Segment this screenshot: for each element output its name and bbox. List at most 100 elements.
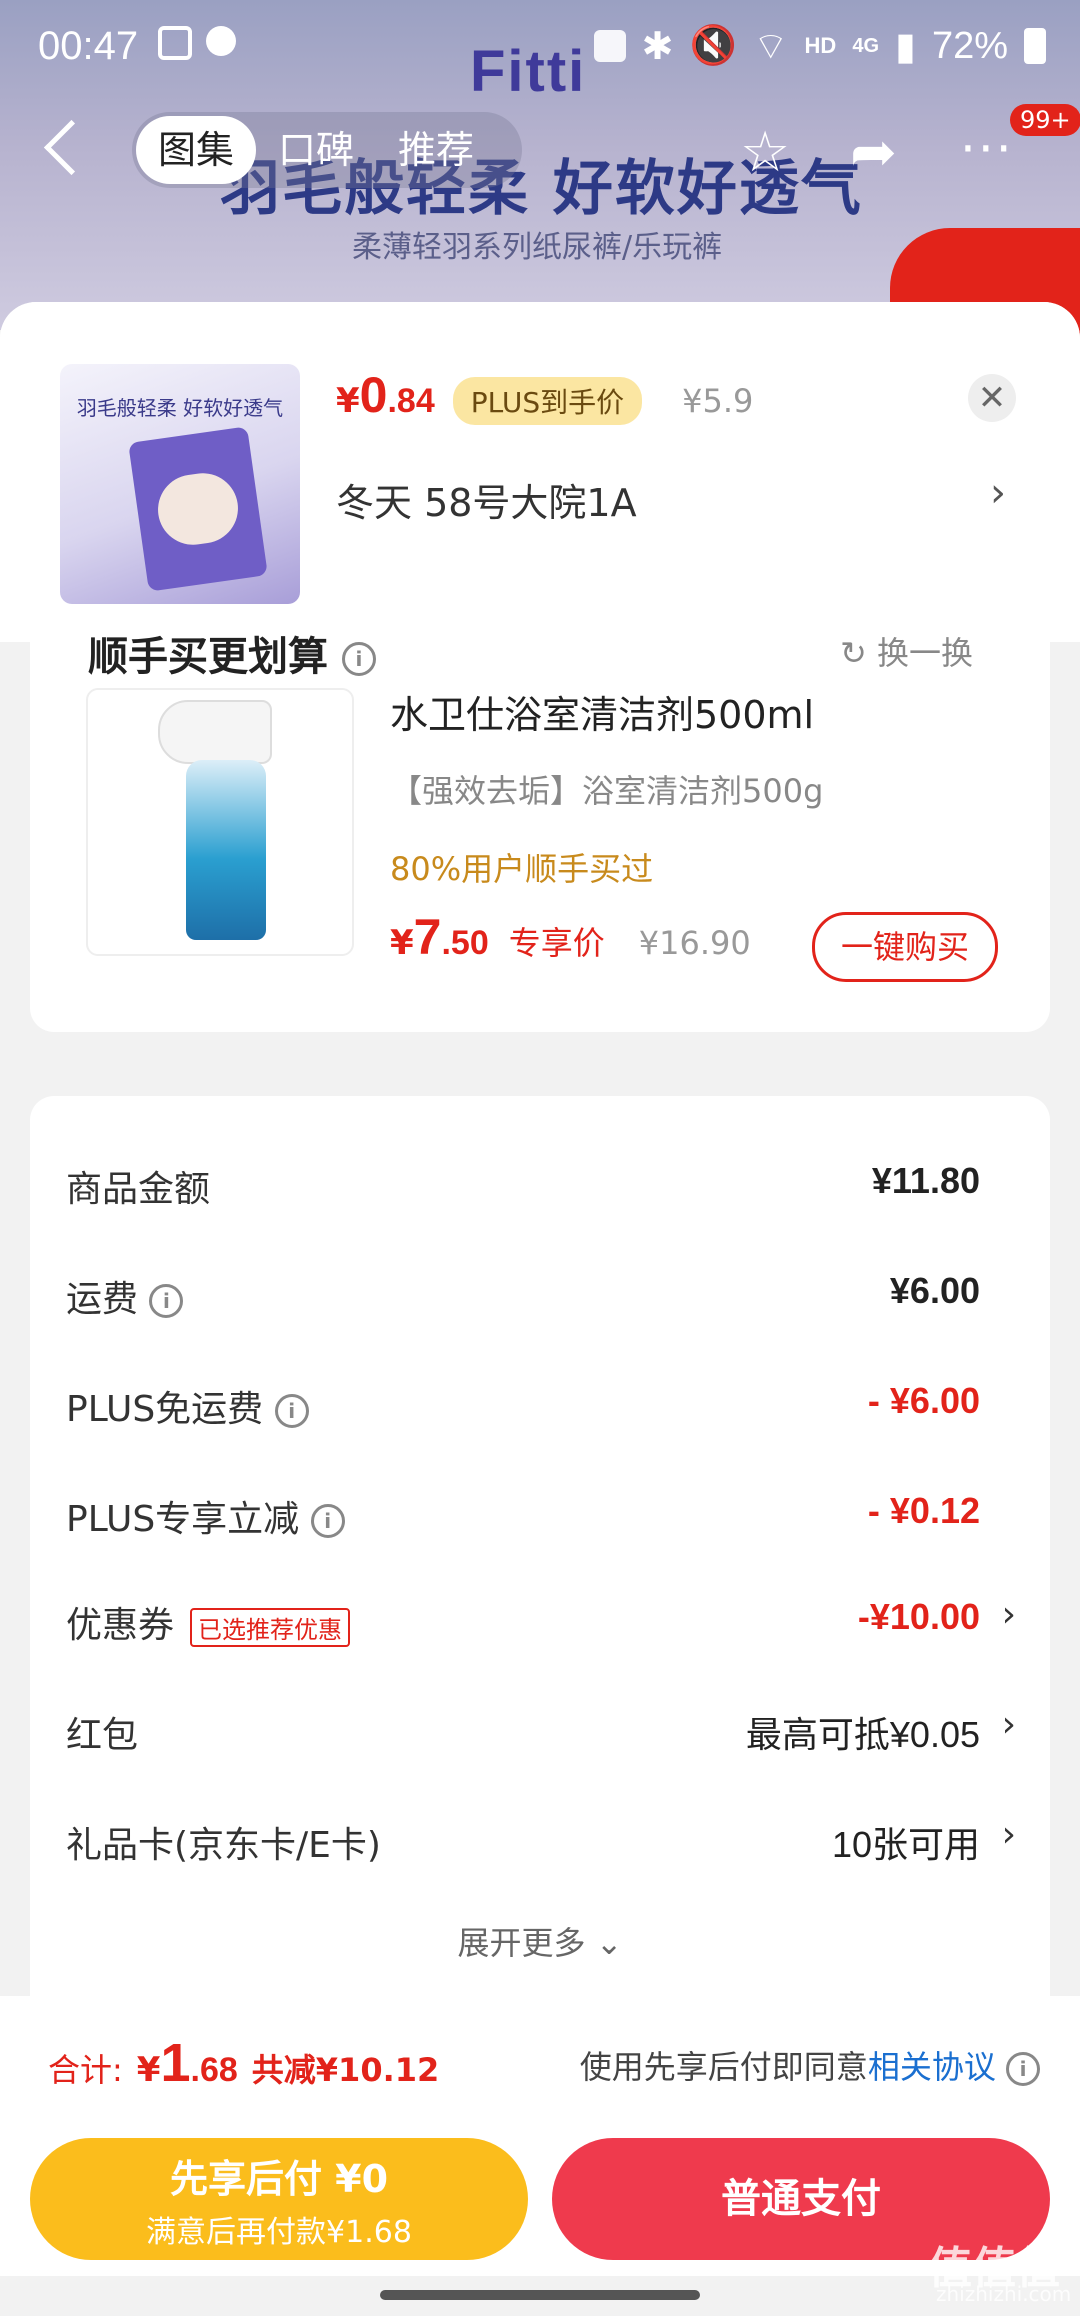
summary-label: 红包 <box>66 1715 139 1756</box>
signal-icon: ▮ <box>895 25 916 68</box>
exclusive-price-label: 专享价 <box>508 924 605 962</box>
notification-icons <box>158 26 236 60</box>
price-decimal: .84 <box>387 382 435 420</box>
payment-buttons-bar: 先享后付 ¥0 满意后再付款¥1.68 普通支付 <box>0 2126 1080 2276</box>
addon-price-row: ¥ 7 .50 专享价 ¥16.90 <box>390 908 751 966</box>
summary-value: ¥11.80 <box>871 1160 980 1201</box>
summary-row-coupon[interactable]: 优惠券 已选推荐优惠 -¥10.00 › <box>66 1594 1016 1656</box>
summary-row-red-packet[interactable]: 红包 最高可抵¥0.05 › <box>66 1704 1016 1766</box>
pay-later-title: 先享后付 ¥0 <box>169 2157 389 2201</box>
bottle-shape <box>186 760 266 940</box>
wifi-icon: ⌔ <box>752 26 789 68</box>
summary-label: PLUS专享立减 i <box>66 1490 345 1542</box>
addon-product-name[interactable]: 水卫仕浴室清洁剂500ml <box>390 684 814 739</box>
bluetooth-icon: ✱ <box>641 25 674 68</box>
summary-label: PLUS免运费 i <box>66 1380 309 1432</box>
favorite-star-icon[interactable]: ☆ <box>740 120 790 185</box>
total-label: 合计: <box>48 2051 123 2089</box>
swap-label: 换一换 <box>876 634 973 672</box>
total-currency: ¥ <box>136 2050 161 2090</box>
agreement-note: 使用先享后付即同意相关协议 i <box>580 2042 1040 2088</box>
coupon-tag: 已选推荐优惠 <box>190 1607 351 1647</box>
summary-row-gift-card[interactable]: 礼品卡(京东卡/E卡) 10张可用 › <box>66 1814 1016 1876</box>
chevron-right-icon[interactable]: › <box>990 470 1006 516</box>
pay-later-button[interactable]: 先享后付 ¥0 满意后再付款¥1.68 <box>30 2138 528 2260</box>
sheet-header: 羽毛般轻柔 好软好透气 ¥ 0 .84 PLUS到手价 ¥5.9 ✕ 冬天 58… <box>0 302 1080 642</box>
info-icon[interactable]: i <box>341 642 376 676</box>
chevron-right-icon[interactable]: › <box>1002 1814 1016 1855</box>
info-icon[interactable]: i <box>310 1504 345 1538</box>
alarm-icon <box>593 30 626 62</box>
summary-row-plus-shipping: PLUS免运费 i - ¥6.00 <box>66 1380 1016 1440</box>
summary-row-plus-discount: PLUS专享立减 i - ¥0.12 <box>66 1490 1016 1550</box>
product-thumbnail: 羽毛般轻柔 好软好透气 <box>60 364 300 604</box>
addon-price-currency: ¥ <box>390 923 414 963</box>
price-integer: 0 <box>359 367 388 423</box>
close-icon[interactable]: ✕ <box>968 374 1016 422</box>
watermark-url: zhizhizhi.com <box>936 2282 1072 2306</box>
diaper-package-image <box>128 426 268 592</box>
info-icon[interactable]: i <box>274 1394 309 1428</box>
summary-value: -¥10.00 <box>857 1596 980 1637</box>
summary-label: 运费 i <box>66 1270 184 1322</box>
summary-value: 10张可用 <box>831 1824 980 1865</box>
agreement-link[interactable]: 相关协议 <box>868 2048 996 2086</box>
more-icon[interactable]: ··· <box>960 120 1014 178</box>
expand-more-button[interactable]: 展开更多 ⌄ <box>30 1918 1050 1964</box>
summary-value: - ¥6.00 <box>867 1380 980 1421</box>
summary-label: 礼品卡(京东卡/E卡) <box>66 1825 381 1866</box>
addon-hint: 80%用户顺手买过 <box>390 850 654 888</box>
dnd-icon <box>206 26 236 56</box>
battery-icon <box>1024 28 1046 64</box>
info-icon[interactable]: i <box>1006 2052 1040 2086</box>
expand-label: 展开更多 <box>457 1924 586 1962</box>
total-amount: 合计: ¥ 1 .68 共减¥10.12 <box>48 2032 439 2094</box>
delivery-address[interactable]: 冬天 58号大院1A <box>336 472 637 527</box>
thumbnail-caption: 羽毛般轻柔 好软好透气 <box>76 396 284 420</box>
summary-value: 最高可抵¥0.05 <box>745 1714 980 1755</box>
banner-subtitle: 柔薄轻羽系列纸尿裤/乐玩裤 <box>352 230 723 265</box>
addon-product-desc: 【强效去垢】浴室清洁剂500g <box>390 772 824 810</box>
chevron-down-icon: ⌄ <box>595 1924 623 1962</box>
info-icon[interactable]: i <box>149 1284 184 1318</box>
plus-price-tag: PLUS到手价 <box>452 377 643 425</box>
total-decimal: .68 <box>190 2051 238 2089</box>
original-price: ¥5.9 <box>682 382 754 420</box>
addon-card: 顺手买更划算 i ↻ 换一换 水卫仕浴室清洁剂500ml 【强效去垢】浴室清洁剂… <box>30 632 1050 1032</box>
gallery-notification-icon <box>158 26 192 60</box>
addon-original-price: ¥16.90 <box>638 924 751 962</box>
home-indicator[interactable] <box>380 2290 700 2300</box>
status-bar: 00:47 ✱ 🔇 ⌔ HD 4G ▮ 72% <box>0 0 1080 100</box>
one-click-buy-button[interactable]: 一键购买 <box>812 912 998 982</box>
summary-label: 优惠券 已选推荐优惠 <box>66 1596 351 1648</box>
status-time: 00:47 <box>38 24 139 68</box>
swap-button[interactable]: ↻ 换一换 <box>840 628 973 674</box>
agreement-prefix: 使用先享后付即同意 <box>579 2048 868 2086</box>
share-icon[interactable]: ➦ <box>850 120 897 185</box>
addon-price-integer: 7 <box>413 909 442 965</box>
refresh-icon: ↻ <box>840 634 867 672</box>
summary-row-shipping: 运费 i ¥6.00 <box>66 1270 1016 1330</box>
order-summary-card: 商品金额 ¥11.80 运费 i ¥6.00 PLUS免运费 i - ¥6.00… <box>30 1096 1050 2096</box>
product-price-row: ¥ 0 .84 PLUS到手价 ¥5.9 <box>336 366 753 425</box>
addon-title: 顺手买更划算 i <box>88 624 376 682</box>
network-label: HD <box>804 33 837 58</box>
system-icons: ✱ 🔇 ⌔ HD 4G ▮ 72% <box>593 22 1046 70</box>
battery-text: 72% <box>931 24 1008 67</box>
summary-row-goods: 商品金额 ¥11.80 <box>66 1160 1016 1220</box>
tab-gallery[interactable]: 图集 <box>136 116 257 184</box>
tab-reviews[interactable]: 口碑 <box>256 116 376 184</box>
chevron-right-icon[interactable]: › <box>1002 1594 1016 1635</box>
back-icon[interactable] <box>43 119 100 176</box>
mute-icon: 🔇 <box>689 25 737 67</box>
tab-group: 图集 口碑 推荐 <box>132 112 522 188</box>
totals-bar: 合计: ¥ 1 .68 共减¥10.12 使用先享后付即同意相关协议 i <box>0 1996 1080 2126</box>
addon-product-image[interactable] <box>86 688 354 956</box>
tab-recommend[interactable]: 推荐 <box>376 116 496 184</box>
summary-label: 商品金额 <box>66 1169 211 1210</box>
chevron-right-icon[interactable]: › <box>1002 1704 1016 1745</box>
network-type: 4G <box>852 34 880 57</box>
total-integer: 1 <box>160 2033 191 2093</box>
message-badge: 99+ <box>1010 104 1080 136</box>
total-saved: 共减¥10.12 <box>251 2051 440 2089</box>
